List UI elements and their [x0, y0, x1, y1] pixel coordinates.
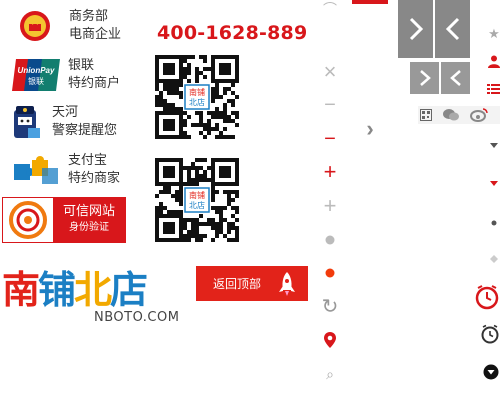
small-arrow-pair: [410, 62, 470, 94]
hotline-number: 400-1628-889: [157, 22, 308, 44]
search-icon[interactable]: ⌕: [321, 365, 339, 383]
brand-char-2: 铺: [38, 268, 76, 312]
top-partial-icon: ⌒: [323, 1, 337, 17]
social-icons-row: [418, 106, 500, 124]
unionpay-logo-sub: 银联: [28, 76, 44, 86]
chevron-right-icon[interactable]: ›: [361, 116, 379, 141]
user-icon[interactable]: [485, 52, 500, 70]
mofcom-line2: 电商企业: [69, 27, 122, 42]
qr-code-bottom: 南铺 北店: [155, 158, 239, 242]
qr-center-text: 南铺: [189, 190, 205, 200]
unionpay-line2: 特约商户: [68, 76, 121, 91]
national-emblem-icon: [20, 11, 50, 41]
plus-gray-icon[interactable]: +: [321, 193, 339, 218]
alipay-badge[interactable]: 支付宝 特约商家: [12, 152, 120, 188]
qr-center-text: 北店: [189, 200, 205, 210]
mofcom-badge[interactable]: 商务部 电商企业: [18, 8, 121, 44]
alipay-line2: 特约商家: [68, 171, 121, 186]
brand-char-3: 北: [74, 268, 112, 312]
brand-name: 南铺北店: [2, 268, 182, 312]
minus-gray-icon[interactable]: −: [321, 94, 339, 116]
trusted-site-badge[interactable]: 可信网站 身份验证: [2, 197, 126, 243]
weibo-icon[interactable]: [470, 108, 488, 122]
caret-down-dark-icon[interactable]: [485, 136, 500, 154]
qrcode-small-icon[interactable]: [420, 109, 432, 121]
brand-char-1: 南: [2, 268, 40, 312]
close-icon[interactable]: ×: [321, 59, 339, 84]
dot-gray-icon: [321, 231, 339, 249]
top-red-bar: [352, 0, 388, 4]
mofcom-line1: 商务部: [69, 9, 109, 24]
back-to-top-label: 返回顶部: [213, 277, 262, 291]
large-next-button[interactable]: [398, 0, 433, 58]
large-arrow-pair: [398, 0, 470, 58]
refresh-icon[interactable]: ↻: [321, 296, 339, 318]
tianhe-police-badge[interactable]: 天河 警察提醒您: [10, 104, 117, 140]
arrow-left-icon: [445, 17, 459, 41]
qr-code-top: 南铺 北店: [155, 55, 239, 139]
tianhe-line2: 警察提醒您: [52, 123, 118, 138]
arrow-left-small-icon: [449, 70, 461, 86]
trusted-site-subtitle: 身份验证: [69, 222, 109, 233]
trust-seal-icon: [9, 201, 47, 239]
unionpay-logo-text: UnionPay: [18, 66, 55, 75]
unionpay-line1: 银联: [68, 58, 95, 73]
trusted-site-logo: [3, 198, 53, 242]
large-prev-button[interactable]: [435, 0, 470, 58]
unionpay-logo-icon: UnionPay 银联: [12, 59, 60, 91]
dropdown-circle-icon[interactable]: [483, 364, 499, 380]
small-next-button[interactable]: [410, 62, 439, 94]
brand-url: NBOTO.COM: [94, 310, 180, 325]
back-to-top-button[interactable]: 返回顶部: [196, 266, 308, 301]
arrow-right-icon: [409, 17, 423, 41]
alipay-puzzle-icon: [14, 156, 58, 184]
alipay-line1: 支付宝: [68, 153, 108, 168]
rocket-icon: [279, 271, 295, 296]
star-icon[interactable]: ★: [485, 25, 500, 43]
list-icon[interactable]: [485, 80, 500, 98]
small-dot-icon: [485, 214, 500, 232]
qr-center-text: 南铺: [189, 87, 205, 97]
trusted-site-title: 可信网站: [62, 204, 115, 219]
unionpay-badge[interactable]: UnionPay 银联 银联 特约商户: [12, 57, 120, 93]
brand-logo[interactable]: 南铺北店 NBOTO.COM: [2, 268, 182, 325]
tianhe-line1: 天河: [52, 105, 79, 120]
minus-red-icon[interactable]: −: [321, 128, 339, 150]
map-pin-icon[interactable]: [321, 331, 339, 349]
brand-char-4: 店: [110, 268, 148, 312]
dot-red-icon: [321, 264, 339, 282]
small-diamond-icon: [485, 250, 500, 268]
small-prev-button[interactable]: [441, 62, 470, 94]
alarm-clock-red-icon[interactable]: [474, 284, 500, 310]
plus-red-icon[interactable]: +: [321, 159, 339, 184]
qr-center-text: 北店: [189, 97, 205, 107]
wechat-icon[interactable]: [442, 108, 460, 122]
alarm-clock-dark-icon[interactable]: [480, 324, 500, 344]
police-icon: [14, 106, 40, 138]
caret-down-red-icon[interactable]: [485, 174, 500, 192]
arrow-right-small-icon: [419, 70, 431, 86]
